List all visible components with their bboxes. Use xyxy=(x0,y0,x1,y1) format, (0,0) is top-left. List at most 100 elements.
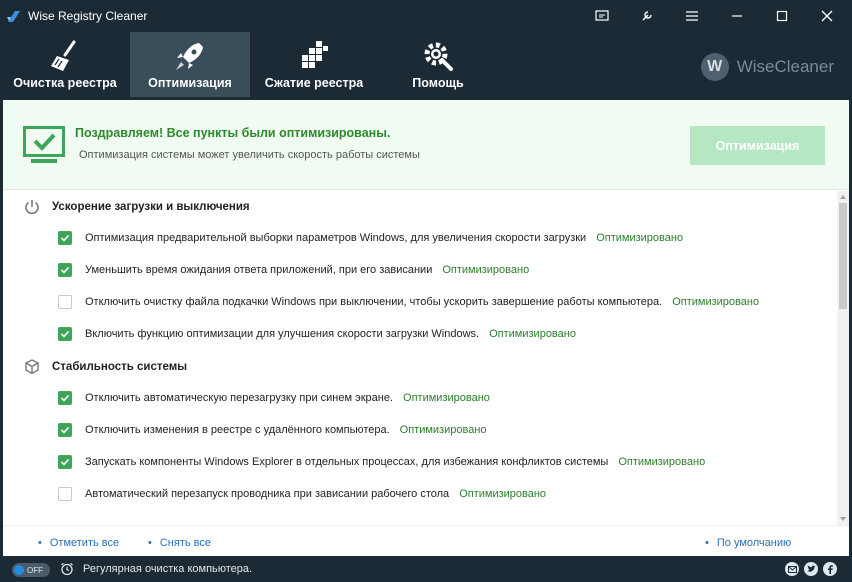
menu-button[interactable] xyxy=(672,0,712,32)
facebook-icon[interactable] xyxy=(823,562,837,576)
item-label: Отключить очистку файла подкачки Windows… xyxy=(85,296,663,308)
tab-label: Помощь xyxy=(412,76,464,90)
minimize-button[interactable] xyxy=(717,0,757,32)
feedback-button[interactable] xyxy=(582,0,622,32)
item-status: Оптимизировано xyxy=(596,232,684,244)
tab-help[interactable]: Помощь xyxy=(378,32,498,97)
scrollbar-thumb[interactable] xyxy=(839,203,847,309)
tab-optimization[interactable]: Оптимизация xyxy=(130,32,250,97)
list-item: Уменьшить время ожидания ответа приложен… xyxy=(58,262,529,278)
window-title: Wise Registry Cleaner xyxy=(28,9,148,23)
deselect-all-link[interactable]: Снять все xyxy=(148,537,211,549)
status-bar: OFF Регулярная очистка компьютера. xyxy=(0,556,852,582)
item-status: Оптимизировано xyxy=(459,488,547,500)
minimize-icon xyxy=(732,15,742,17)
section-boot-shutdown: Ускорение загрузки и выключения xyxy=(23,198,250,216)
item-label: Отключить изменения в реестре с удалённо… xyxy=(85,424,390,436)
defrag-icon xyxy=(302,41,328,68)
tools-button[interactable] xyxy=(627,0,667,32)
item-checkbox[interactable] xyxy=(58,487,72,501)
gear-wrench-icon xyxy=(424,42,453,71)
list-item: Отключить очистку файла подкачки Windows… xyxy=(58,294,759,310)
email-icon[interactable] xyxy=(785,562,799,576)
main-navigation: Очистка реестра Оптимизация Сжатие реест… xyxy=(0,32,852,100)
item-checkbox[interactable] xyxy=(58,263,72,277)
close-icon xyxy=(821,10,833,22)
result-banner: Поздравляем! Все пункты были оптимизиров… xyxy=(3,100,849,190)
checkmark-icon xyxy=(60,394,70,402)
item-label: Включить функцию оптимизации для улучшен… xyxy=(85,328,480,340)
item-label: Оптимизация предварительной выборки пара… xyxy=(85,232,587,244)
scroll-up-arrow-icon[interactable] xyxy=(839,193,847,201)
checkmark-icon xyxy=(60,426,70,434)
app-logo-icon xyxy=(7,11,20,22)
tab-label: Очистка реестра xyxy=(13,76,117,90)
checkmark-icon xyxy=(60,266,70,274)
scheduled-clean-label: Регулярная очистка компьютера. xyxy=(83,563,253,575)
monitor-check-icon xyxy=(23,126,65,163)
item-checkbox[interactable] xyxy=(58,231,72,245)
close-button[interactable] xyxy=(807,0,847,32)
list-item: Запускать компоненты Windows Explorer в … xyxy=(58,454,705,470)
checkmark-icon xyxy=(60,234,70,242)
item-status: Оптимизировано xyxy=(399,424,487,436)
scheduled-clean-toggle[interactable]: OFF xyxy=(12,563,50,577)
feedback-icon xyxy=(595,10,609,21)
list-item: Отключить автоматическую перезагрузку пр… xyxy=(58,390,490,406)
result-subtitle: Оптимизация системы может увеличить скор… xyxy=(79,149,420,161)
item-status: Оптимизировано xyxy=(489,328,576,340)
selection-links: Отметить все Снять все По умолчанию xyxy=(3,525,849,556)
maximize-button[interactable] xyxy=(762,0,802,32)
result-title: Поздравляем! Все пункты были оптимизиров… xyxy=(75,126,391,140)
select-all-link[interactable]: Отметить все xyxy=(38,537,119,549)
rocket-icon xyxy=(176,43,203,70)
item-label: Уменьшить время ожидания ответа приложен… xyxy=(85,264,433,276)
item-checkbox[interactable] xyxy=(58,391,72,405)
twitter-icon[interactable] xyxy=(804,562,818,576)
item-checkbox[interactable] xyxy=(58,295,72,309)
restore-defaults-link[interactable]: По умолчанию xyxy=(705,537,791,549)
optimize-button[interactable]: Оптимизация xyxy=(690,126,825,165)
item-checkbox[interactable] xyxy=(58,455,72,469)
item-checkbox[interactable] xyxy=(58,423,72,437)
item-label: Автоматический перезапуск проводника при… xyxy=(85,488,450,500)
item-label: Отключить автоматическую перезагрузку пр… xyxy=(85,392,394,404)
menu-icon xyxy=(686,11,698,21)
cube-icon xyxy=(25,359,39,375)
list-item: Отключить изменения в реестре с удалённо… xyxy=(58,422,487,438)
checkmark-icon xyxy=(60,330,70,338)
section-title: Ускорение загрузки и выключения xyxy=(52,201,250,213)
wrench-icon xyxy=(642,11,652,21)
item-status: Оптимизировано xyxy=(672,296,760,308)
bird-icon xyxy=(807,565,815,572)
brand-name: WiseCleaner xyxy=(736,57,834,76)
item-checkbox[interactable] xyxy=(58,327,72,341)
main-panel: Поздравляем! Все пункты были оптимизиров… xyxy=(3,100,849,556)
scroll-down-arrow-icon[interactable] xyxy=(839,515,847,523)
toggle-knob xyxy=(14,565,24,575)
item-status: Оптимизировано xyxy=(442,264,530,276)
title-bar: Wise Registry Cleaner xyxy=(0,0,852,32)
broom-icon xyxy=(51,40,76,71)
envelope-icon xyxy=(787,565,797,573)
optimization-list: Ускорение загрузки и выключения Оптимиза… xyxy=(3,191,837,525)
alarm-clock-icon xyxy=(61,562,73,576)
maximize-icon xyxy=(776,10,788,22)
vertical-scrollbar[interactable] xyxy=(837,191,849,525)
tab-label: Оптимизация xyxy=(148,76,232,90)
power-icon xyxy=(25,200,39,215)
item-status: Оптимизировано xyxy=(618,456,706,468)
item-label: Запускать компоненты Windows Explorer в … xyxy=(85,456,609,468)
wisecleaner-logo[interactable]: W WiseCleaner xyxy=(700,52,834,82)
tab-registry-defrag[interactable]: Сжатие реестра xyxy=(250,32,378,97)
list-item: Оптимизация предварительной выборки пара… xyxy=(58,230,683,246)
section-title: Стабильность системы xyxy=(52,361,188,373)
list-item: Включить функцию оптимизации для улучшен… xyxy=(58,326,576,342)
tab-label: Сжатие реестра xyxy=(264,76,364,90)
list-item: Автоматический перезапуск проводника при… xyxy=(58,486,546,502)
brand-logo-letter: W xyxy=(700,53,729,81)
section-system-stability: Стабильность системы xyxy=(23,358,187,376)
f-letter-icon xyxy=(828,564,833,574)
tab-registry-cleaner[interactable]: Очистка реестра xyxy=(0,32,130,97)
toggle-label: OFF xyxy=(27,565,43,575)
